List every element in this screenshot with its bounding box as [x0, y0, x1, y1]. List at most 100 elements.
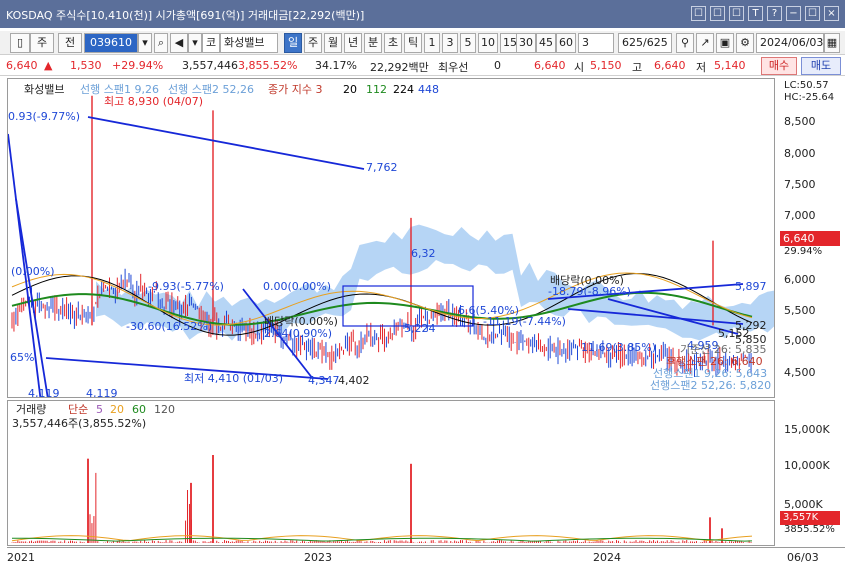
best-bid-value: 0 [494, 59, 501, 72]
sell-button[interactable]: 매도 [801, 57, 841, 75]
x-label: 2021 [7, 551, 35, 564]
x-label: 06/03 [787, 551, 819, 564]
buy-button[interactable]: 매수 [761, 57, 797, 75]
neg-label: -9.93(-5.77%) [148, 280, 224, 293]
market-prefix: 코 [202, 33, 220, 53]
current-pct-tag: 29.94% [784, 246, 823, 257]
x-label: 2024 [593, 551, 621, 564]
sound-icon[interactable]: ◀ [170, 33, 188, 53]
minimize-icon[interactable]: − [786, 6, 801, 21]
best-price: 6,640 [534, 59, 566, 72]
trade-amount: 22,292백만 [370, 61, 429, 74]
interval-45[interactable]: 45 [536, 33, 556, 53]
low-label: 저 [696, 61, 707, 74]
interval-5[interactable]: 5 [460, 33, 476, 53]
chart-area[interactable]: 화성밸브 선행 스팬1 9,26 선행 스팬2 52,26 종가 지수 3 20 112 2… [0, 77, 845, 573]
price-tick: 4,500 [784, 366, 816, 379]
volume-pct: 3,855.52% [238, 59, 298, 72]
min-label: 최저 4,410 (01/03) [184, 372, 283, 385]
low-label-3: 4,119 [28, 387, 60, 398]
x-label: 2023 [304, 551, 332, 564]
up-arrow-icon: ▲ [44, 59, 53, 72]
tab-period-week[interactable]: 주 [304, 33, 322, 53]
max-label: 최고 8,930 (04/07) [104, 95, 203, 108]
title-bar: KOSDAQ 주식수[10,410(천)] 시가총액[691(억)] 거래대금[… [0, 0, 845, 28]
market-select-2[interactable]: 전 [58, 33, 82, 53]
help-icon[interactable]: ? [767, 6, 782, 21]
current-volume-tag: 3,557K [780, 511, 840, 525]
volume-legend-simple: 단순 [68, 403, 88, 416]
line-label-3: 5,292 [735, 319, 767, 332]
interval-3[interactable]: 3 [442, 33, 458, 53]
volume-value: 3,557,446 [182, 59, 238, 72]
date-field[interactable]: 2024/06/03 [756, 33, 824, 53]
volume-panel[interactable]: 거래량 단순 5 20 60 120 3,557,446주(3,855.52%) [7, 400, 775, 546]
interval-1[interactable]: 1 [424, 33, 440, 53]
low-value: 5,140 [714, 59, 746, 72]
interval-30[interactable]: 30 [516, 33, 536, 53]
volume-legend-60: 60 [132, 403, 146, 416]
low-label-2: 4,402 [338, 374, 370, 387]
label-mid4: -11.19(-7.44%) [483, 315, 566, 328]
font-icon[interactable]: T [748, 6, 763, 21]
toolbar: ▯ 주 전 039610 ▾ ⌕ ◀ ▾ 코 화성밸브 일 주 월 년 분 초 … [0, 31, 845, 55]
calendar-icon[interactable]: ▦ [824, 33, 840, 53]
volume-chart-svg: 거래량 단순 5 20 60 120 3,557,446주(3,855.52%) [11, 403, 753, 543]
tab-period-year[interactable]: 년 [344, 33, 362, 53]
window-icon[interactable]: ☐ [729, 6, 744, 21]
tab-period-second[interactable]: 초 [384, 33, 402, 53]
price-panel[interactable]: 화성밸브 선행 스팬1 9,26 선행 스팬2 52,26 종가 지수 3 20 112 2… [7, 78, 775, 398]
label-mid1: 5,224 [404, 322, 436, 335]
gear-icon[interactable]: ⚙ [736, 33, 754, 53]
dropdown-icon-2[interactable]: ▾ [188, 33, 202, 53]
high-label: 고 [632, 61, 643, 74]
volume-legend-20: 20 [110, 403, 124, 416]
volume-tick: 15,000K [784, 423, 830, 436]
close-icon[interactable]: × [824, 6, 839, 21]
tab-period-month[interactable]: 월 [324, 33, 342, 53]
legend-ma112: 112 [366, 83, 387, 96]
interval-10[interactable]: 10 [478, 33, 498, 53]
chart-icon[interactable]: ⚲ [676, 33, 694, 53]
volume-legend-5: 5 [96, 403, 103, 416]
interval-select[interactable]: 3 [578, 33, 614, 53]
link-icon[interactable]: ☐ [691, 6, 706, 21]
volume-legend: 거래량 [16, 403, 46, 416]
volume-readout: 3,557,446주(3,855.52%) [12, 417, 146, 430]
zero-label: (0.00%) [11, 265, 55, 278]
label-r1: 11.69(3.85%) [581, 341, 656, 354]
turnover-value: 34.17% [315, 59, 357, 72]
trend-icon[interactable]: ↗ [696, 33, 714, 53]
info-span2: 선행스팬2 52,26: 5,820 [650, 379, 771, 392]
lc-label: LC:50.57 [784, 80, 829, 91]
tab-period-tick[interactable]: 틱 [404, 33, 422, 53]
low-label-4: 4,119 [86, 387, 118, 398]
dividend-pct-label: -18.79(-8.96%) [548, 285, 631, 298]
current-volume-pct: 3855.52% [784, 524, 835, 535]
menu-icon[interactable]: ▯ [10, 33, 30, 53]
pct-label: 0.93(-9.77%) [8, 110, 80, 123]
open-value: 5,150 [590, 59, 622, 72]
tab-period-day[interactable]: 일 [284, 33, 302, 53]
price-tick: 5,500 [784, 304, 816, 317]
maximize-icon[interactable]: ☐ [805, 6, 820, 21]
search-icon[interactable]: ⌕ [154, 33, 168, 53]
interval-60[interactable]: 60 [556, 33, 576, 53]
market-select[interactable]: 주 [30, 33, 54, 53]
price-tick: 7,000 [784, 209, 816, 222]
stock-code-input[interactable]: 039610 [84, 33, 138, 53]
high-value: 6,640 [654, 59, 686, 72]
label-b4: 2.64(0.90%) [264, 327, 332, 340]
screen-icon[interactable]: ☐ [710, 6, 725, 21]
dropdown-icon[interactable]: ▾ [138, 33, 152, 53]
save-icon[interactable]: ▣ [716, 33, 734, 53]
record-counter[interactable]: 625/625 [618, 33, 672, 53]
current-price-tag: 6,640 [780, 231, 840, 246]
stock-name[interactable]: 화성밸브 [220, 33, 278, 53]
volume-legend-120: 120 [154, 403, 175, 416]
line-label-2: 5,897 [735, 280, 767, 293]
tab-period-minute[interactable]: 분 [364, 33, 382, 53]
trend-line [87, 116, 365, 170]
price-change: 1,530 [70, 59, 102, 72]
window-title: KOSDAQ 주식수[10,410(천)] 시가총액[691(억)] 거래대금[… [6, 9, 365, 22]
